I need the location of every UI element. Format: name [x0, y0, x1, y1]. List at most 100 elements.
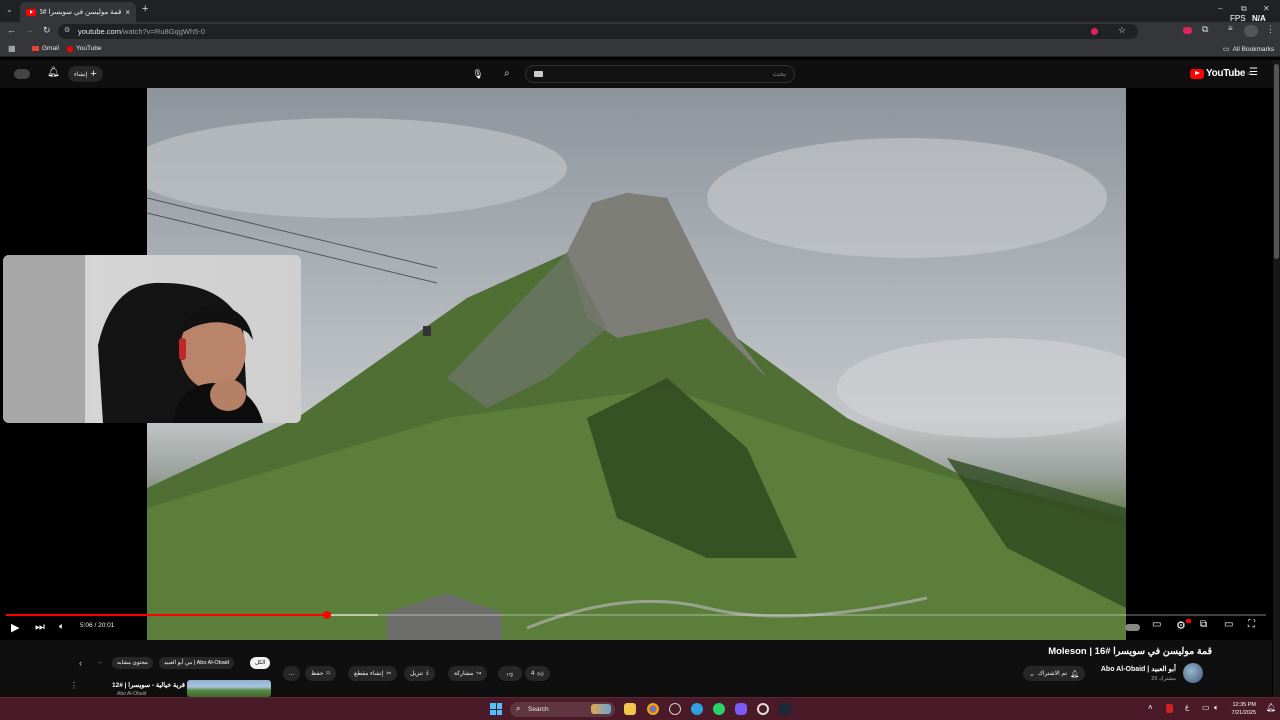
- webcam-overlay: [3, 255, 301, 423]
- autoplay-toggle[interactable]: [1125, 624, 1140, 631]
- subtitles-icon[interactable]: ▭: [1152, 619, 1161, 630]
- save-button[interactable]: حفظ ⌑: [305, 666, 336, 681]
- chip-all[interactable]: الكل: [250, 657, 271, 669]
- chip-related[interactable]: محتوى مشابه: [112, 657, 153, 669]
- clock-date: 7/21/2025: [1231, 710, 1256, 716]
- all-bookmarks-label: All Bookmarks: [1232, 45, 1275, 53]
- chrome-icon[interactable]: [647, 703, 659, 715]
- media-controls-icon[interactable]: ≡: [1228, 24, 1233, 33]
- webcam-person: [3, 255, 263, 423]
- download-icon: ⤓: [426, 670, 429, 676]
- share-label: مشاركة: [454, 671, 474, 677]
- whatsapp-icon[interactable]: [713, 703, 725, 715]
- bookmark-youtube[interactable]: YouTube: [67, 45, 102, 52]
- youtube-logo[interactable]: YouTube SA: [1190, 68, 1252, 79]
- search-input[interactable]: ⌕ بحث: [504, 65, 795, 83]
- bookmark-label: YouTube: [76, 45, 102, 52]
- download-button[interactable]: تنزيل ⤓: [404, 666, 435, 681]
- tray-app-icon[interactable]: [1166, 704, 1173, 713]
- theater-mode-icon[interactable]: ▭: [1224, 619, 1233, 630]
- share-button[interactable]: مشاركة ↪: [448, 666, 488, 681]
- close-window-icon[interactable]: ✕: [1263, 4, 1270, 13]
- volume-tray-icon[interactable]: 🔈︎: [1214, 703, 1219, 713]
- notifications-bell-icon[interactable]: 🔔︎: [47, 67, 60, 78]
- subscriber-count: 29 مشترك: [1151, 676, 1176, 682]
- keyboard-icon[interactable]: [534, 71, 543, 77]
- address-bar[interactable]: ⚙ youtube.com /watch?v=Ru8GqgWh5-0 ☆: [58, 24, 1138, 39]
- restore-icon[interactable]: ⧉: [1241, 4, 1247, 14]
- search-icon[interactable]: ⌕: [504, 68, 510, 79]
- chip-label: الكل: [255, 660, 266, 666]
- cloud: [147, 118, 567, 218]
- tab-close-icon[interactable]: ×: [125, 8, 130, 17]
- create-button[interactable]: إنشاء +: [68, 66, 103, 82]
- forward-icon[interactable]: →: [25, 25, 34, 35]
- chips-next-icon[interactable]: →: [96, 659, 103, 666]
- next-icon[interactable]: ⏭: [35, 621, 45, 634]
- settings-app-icon[interactable]: [757, 703, 769, 715]
- bookmark-star-icon[interactable]: ☆: [1118, 25, 1126, 36]
- profile-avatar[interactable]: [1244, 25, 1258, 37]
- page-scrollbar[interactable]: [1273, 60, 1280, 697]
- channel-name[interactable]: Abo Al-Obaid | أبو العبيد: [1101, 665, 1176, 673]
- thumbs-down-icon: 👎︎: [506, 671, 514, 678]
- taskbar-search[interactable]: ⌕ Search: [510, 702, 615, 717]
- wall: [3, 255, 85, 423]
- account-avatar[interactable]: [14, 69, 30, 79]
- fullscreen-icon[interactable]: ⛶: [1248, 619, 1255, 630]
- chip-from-channel[interactable]: من أبو العبيد | Abo Al-Obaid: [159, 657, 235, 669]
- recommended-thumbnail[interactable]: [187, 680, 271, 697]
- tray-chevron-icon[interactable]: ˄: [1148, 703, 1153, 712]
- network-icon[interactable]: ▭: [1202, 703, 1210, 712]
- steam-icon[interactable]: [779, 703, 791, 715]
- taskbar-clock[interactable]: 12:35 PM 7/21/2025: [1232, 701, 1256, 717]
- chrome-menu-icon[interactable]: ⋮: [1266, 24, 1275, 35]
- reload-icon[interactable]: ↻: [43, 25, 51, 36]
- tab-search-icon[interactable]: ⌄: [6, 5, 13, 14]
- language-indicator[interactable]: ع: [1185, 703, 1189, 711]
- subscribed-button[interactable]: ⌄ تم الاشتراك 🔔︎: [1023, 666, 1085, 681]
- cloud: [837, 338, 1126, 438]
- subscribed-label: تم الاشتراك: [1037, 671, 1068, 677]
- all-bookmarks[interactable]: ▭ All Bookmarks: [1223, 45, 1275, 54]
- extension-icon[interactable]: [1183, 27, 1192, 34]
- volume-icon[interactable]: 🔈︎: [59, 621, 64, 632]
- tab-active[interactable]: قمة موليسن في سويسرا #16 | ج ×: [20, 2, 136, 22]
- obs-icon[interactable]: [669, 703, 681, 715]
- new-tab-icon[interactable]: +: [142, 3, 148, 15]
- extension-record-icon[interactable]: [1091, 28, 1098, 35]
- site-info-icon[interactable]: ⚙: [64, 26, 70, 34]
- notification-center-icon[interactable]: 🔔︎: [1266, 703, 1276, 712]
- chips-left-arrow-icon[interactable]: ‹: [79, 658, 82, 668]
- channel-avatar[interactable]: [1183, 663, 1203, 683]
- apps-grid-icon[interactable]: ▦: [8, 44, 16, 53]
- minimize-icon[interactable]: –: [1218, 4, 1222, 13]
- voice-search-icon[interactable]: 🎙︎: [470, 65, 486, 83]
- bookmark-gmail[interactable]: Gmail: [32, 45, 59, 52]
- recommended-menu-icon[interactable]: ⋮: [70, 681, 78, 690]
- clip-button[interactable]: إنشاء مقطع ✂: [348, 666, 398, 681]
- messenger-icon[interactable]: [735, 703, 747, 715]
- miniplayer-icon[interactable]: ⧉: [1200, 619, 1207, 630]
- search-icon: ⌕: [516, 704, 521, 713]
- video-player[interactable]: [0, 88, 1272, 640]
- progress-bar[interactable]: [6, 611, 1266, 619]
- like-button[interactable]: 4 👍︎: [525, 666, 550, 681]
- extensions-puzzle-icon[interactable]: ⧉: [1202, 24, 1208, 35]
- telegram-icon[interactable]: [691, 703, 703, 715]
- gmail-icon: [32, 46, 39, 51]
- file-explorer-icon[interactable]: [624, 703, 636, 715]
- more-actions-button[interactable]: ...: [283, 666, 300, 681]
- dislike-button[interactable]: 👎︎: [498, 666, 522, 681]
- search-highlight-icon: [591, 704, 611, 714]
- recommended-title[interactable]: قرية خيالية - سويسرا | #12: [112, 681, 185, 689]
- windows-start-icon[interactable]: [490, 703, 502, 715]
- cable-car: [423, 326, 431, 336]
- video-title: قمة موليسن في سويسرا #16 | Moleson: [1048, 646, 1212, 657]
- guide-menu-icon[interactable]: ☰: [1249, 67, 1258, 78]
- scrollbar-thumb[interactable]: [1274, 64, 1279, 259]
- bookmarks-bar: ▦ Gmail YouTube ▭ All Bookmarks: [0, 41, 1280, 57]
- settings-gear-icon[interactable]: ⚙: [1176, 619, 1186, 632]
- back-icon[interactable]: ←: [7, 25, 16, 35]
- play-icon[interactable]: ▶: [11, 621, 19, 634]
